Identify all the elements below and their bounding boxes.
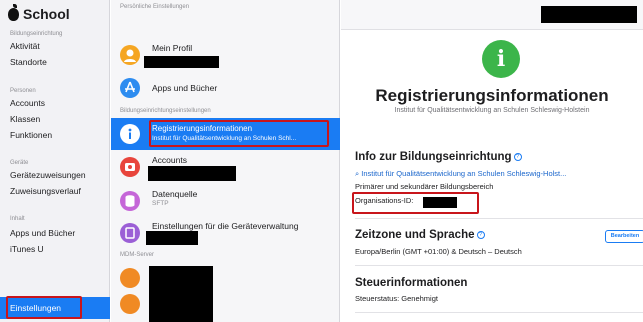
- sidebar-item-klassen[interactable]: Klassen: [10, 114, 40, 124]
- page-title: Registrierungsinformationen: [375, 86, 609, 105]
- database-icon: [120, 191, 140, 211]
- apple-logo-icon: [8, 3, 19, 21]
- section-title-inhalt: Inhalt: [10, 216, 25, 222]
- list-item-mein-profil[interactable]: Mein Profil: [111, 40, 340, 70]
- section-title-bildungseinrichtung: Bildungseinrichtung: [10, 31, 63, 37]
- list-item-title: Apps und Bücher: [152, 83, 218, 93]
- list-item-datenquelle[interactable]: Datenquelle SFTP: [111, 186, 340, 216]
- section-heading-tax: Steuerinformationen: [355, 277, 468, 289]
- section-heading-info: Info zur Bildungseinrichtung?: [355, 151, 522, 163]
- sidebar-item-zuweisungsverlauf[interactable]: Zuweisungsverlauf: [10, 186, 81, 196]
- profile-icon: [120, 45, 140, 65]
- app-brand: School: [8, 3, 70, 22]
- section-heading-timezone: Zeitzone und Sprache?: [355, 229, 485, 241]
- sidebar: School Bildungseinrichtung Aktivität Sta…: [0, 0, 110, 322]
- list-item-title: Datenquelle: [152, 189, 198, 199]
- group-title-institution: Bildungseinrichtungseinstellungen: [120, 108, 211, 114]
- divider: [355, 312, 643, 313]
- redacted-account: [541, 6, 637, 23]
- sidebar-item-itunes-u[interactable]: iTunes U: [10, 244, 44, 254]
- timezone-value: Europa/Berlin (GMT +01:00) & Deutsch – D…: [355, 247, 522, 256]
- list-item-geraeteverwaltung[interactable]: Einstellungen für die Geräteverwaltung: [111, 218, 340, 248]
- settings-list: Persönliche Einstellungen Mein Profil Ap…: [111, 0, 340, 322]
- list-item-apps-und-buecher[interactable]: Apps und Bücher: [111, 73, 340, 103]
- highlight-box: [6, 296, 82, 319]
- redacted-block: [144, 56, 219, 68]
- info-icon[interactable]: ?: [476, 230, 485, 239]
- brand-name: School: [23, 6, 70, 22]
- section-title-geraete: Geräte: [10, 160, 29, 166]
- sidebar-item-accounts[interactable]: Accounts: [10, 98, 45, 108]
- sidebar-item-geraetezuweisungen[interactable]: Gerätezuweisungen: [10, 170, 86, 180]
- info-icon[interactable]: ?: [513, 152, 522, 161]
- list-item-title: Einstellungen für die Geräteverwaltung: [152, 221, 299, 231]
- highlight-box: [149, 120, 329, 147]
- redacted-block: [148, 166, 236, 181]
- redacted-block: [149, 266, 213, 322]
- section-heading-text: Zeitzone und Sprache: [355, 229, 475, 241]
- institution-link[interactable]: ⌕ Institut für Qualitätsentwicklung an S…: [355, 169, 566, 179]
- info-icon: [120, 124, 140, 144]
- info-icon-large: i: [482, 40, 520, 78]
- list-item-registrierungsinformationen[interactable]: Registrierungsinformationen Institut für…: [111, 118, 340, 150]
- redacted-block: [146, 231, 198, 245]
- section-title-personen: Personen: [10, 88, 36, 94]
- list-item-title: Mein Profil: [152, 43, 193, 53]
- divider: [355, 218, 643, 219]
- device-management-icon: [120, 223, 140, 243]
- highlight-box: [352, 192, 479, 214]
- accounts-icon: [120, 157, 140, 177]
- institution-link-text: Institut für Qualitätsentwicklung an Sch…: [361, 169, 567, 178]
- mdm-server-icon[interactable]: [120, 294, 140, 314]
- search-icon: ⌕: [355, 169, 360, 178]
- section-heading-text: Info zur Bildungseinrichtung: [355, 151, 512, 163]
- list-item-title: Accounts: [152, 155, 187, 165]
- sidebar-item-funktionen[interactable]: Funktionen: [10, 130, 52, 140]
- sidebar-item-apps-und-buecher[interactable]: Apps und Bücher: [10, 228, 75, 238]
- tax-status: Steuerstatus: Genehmigt: [355, 294, 438, 303]
- school-type: Primärer und sekundärer Bildungsbereich: [355, 182, 494, 191]
- list-item-accounts[interactable]: Accounts: [111, 152, 340, 184]
- app-store-icon: [120, 78, 140, 98]
- mdm-server-icon[interactable]: [120, 268, 140, 288]
- app-window: School Bildungseinrichtung Aktivität Sta…: [0, 0, 643, 322]
- edit-button[interactable]: Bearbeiten: [605, 230, 643, 243]
- list-item-subtitle: SFTP: [152, 200, 169, 207]
- sidebar-item-aktivitaet[interactable]: Aktivität: [10, 41, 40, 51]
- divider: [355, 265, 643, 266]
- sidebar-item-standorte[interactable]: Standorte: [10, 57, 47, 67]
- detail-pane: i Registrierungsinformationen Institut f…: [341, 0, 643, 322]
- top-bar: [341, 0, 643, 30]
- page-subtitle: Institut für Qualitätsentwicklung an Sch…: [394, 107, 590, 114]
- group-title-mdm: MDM-Server: [120, 252, 154, 258]
- group-title-personal: Persönliche Einstellungen: [120, 4, 190, 10]
